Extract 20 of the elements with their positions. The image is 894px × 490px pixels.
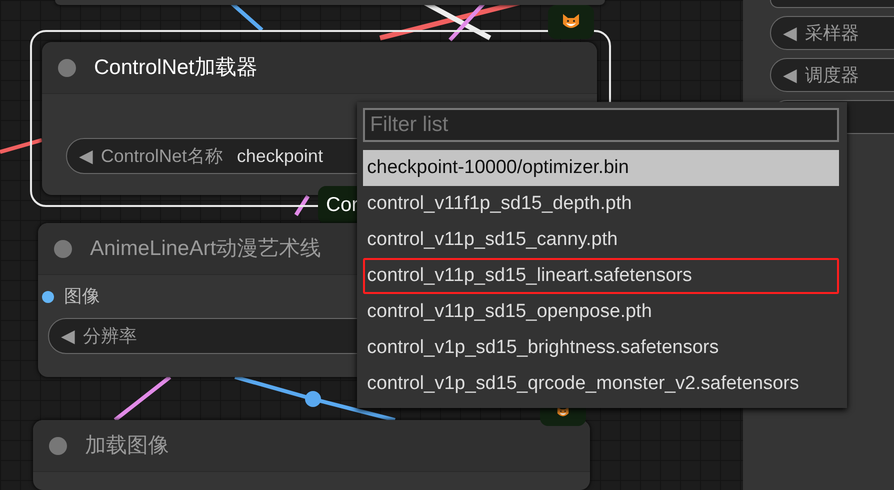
widget-value: checkpoint xyxy=(236,144,323,168)
arrow-icon: ◀ xyxy=(783,62,797,88)
dropdown-item[interactable]: checkpoint-10000/optimizer.bin xyxy=(363,150,839,186)
arrow-icon: ◀ xyxy=(61,322,75,350)
node-title: 加载图像 xyxy=(85,432,169,459)
node-title: AnimeLineArt动漫艺术线 xyxy=(90,236,322,262)
node-title: ControlNet加载器 xyxy=(94,54,258,81)
widget-label: 分辨率 xyxy=(82,324,137,348)
input-label: 图像 xyxy=(64,285,100,308)
widget-label: 调度器 xyxy=(804,64,859,86)
dropdown-item[interactable]: control_v1p_sd15_qrcode_monster_v2.safetensors xyxy=(363,366,839,402)
widget-label: 采样器 xyxy=(804,22,859,44)
dropdown-item[interactable]: control_v11p_sd15_lineart.safetensors xyxy=(363,258,839,294)
filter-field[interactable]: Filter list xyxy=(363,108,839,142)
arrow-icon: ◀ xyxy=(79,142,93,170)
dropdown-item[interactable]: control_v11p_sd15_canny.pth xyxy=(363,222,839,258)
combo-field[interactable]: ◀ 调度器 xyxy=(770,58,894,92)
arrow-icon: ◀ xyxy=(783,20,797,46)
combo-field[interactable]: ◀ 采样器 xyxy=(770,16,894,50)
widget-label: ControlNet名称 xyxy=(100,144,223,168)
